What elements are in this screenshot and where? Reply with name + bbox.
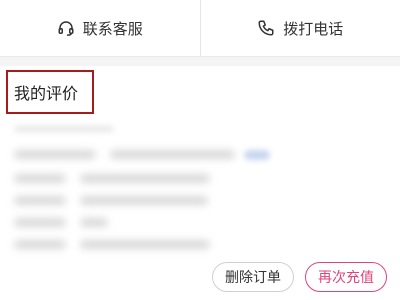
contact-service-label: 联系客服 bbox=[82, 19, 143, 38]
headset-icon bbox=[57, 19, 75, 37]
delete-order-button[interactable]: 删除订单 bbox=[212, 262, 294, 292]
blurred-field-value bbox=[80, 196, 208, 205]
review-card: 我的评价 删除订单 再次充值 bbox=[0, 66, 400, 300]
blurred-field-value bbox=[80, 174, 210, 183]
blurred-field-value bbox=[80, 218, 108, 227]
blurred-field-label bbox=[14, 218, 66, 227]
top-action-bar: 联系客服 拨打电话 bbox=[0, 0, 400, 57]
blurred-field-label bbox=[14, 174, 66, 183]
contact-service-button[interactable]: 联系客服 bbox=[0, 0, 200, 56]
call-phone-button[interactable]: 拨打电话 bbox=[199, 0, 400, 56]
blurred-field-value bbox=[110, 150, 235, 159]
my-review-title: 我的评价 bbox=[6, 70, 94, 114]
blurred-field-label bbox=[14, 196, 66, 205]
call-phone-label: 拨打电话 bbox=[283, 19, 344, 38]
blurred-tag bbox=[244, 150, 270, 160]
blurred-field-label bbox=[14, 240, 66, 249]
blurred-field-value bbox=[80, 240, 210, 249]
recharge-again-button[interactable]: 再次充值 bbox=[305, 262, 387, 292]
phone-icon bbox=[257, 19, 275, 37]
blurred-subtitle bbox=[14, 126, 114, 132]
blurred-field-label bbox=[14, 150, 96, 159]
